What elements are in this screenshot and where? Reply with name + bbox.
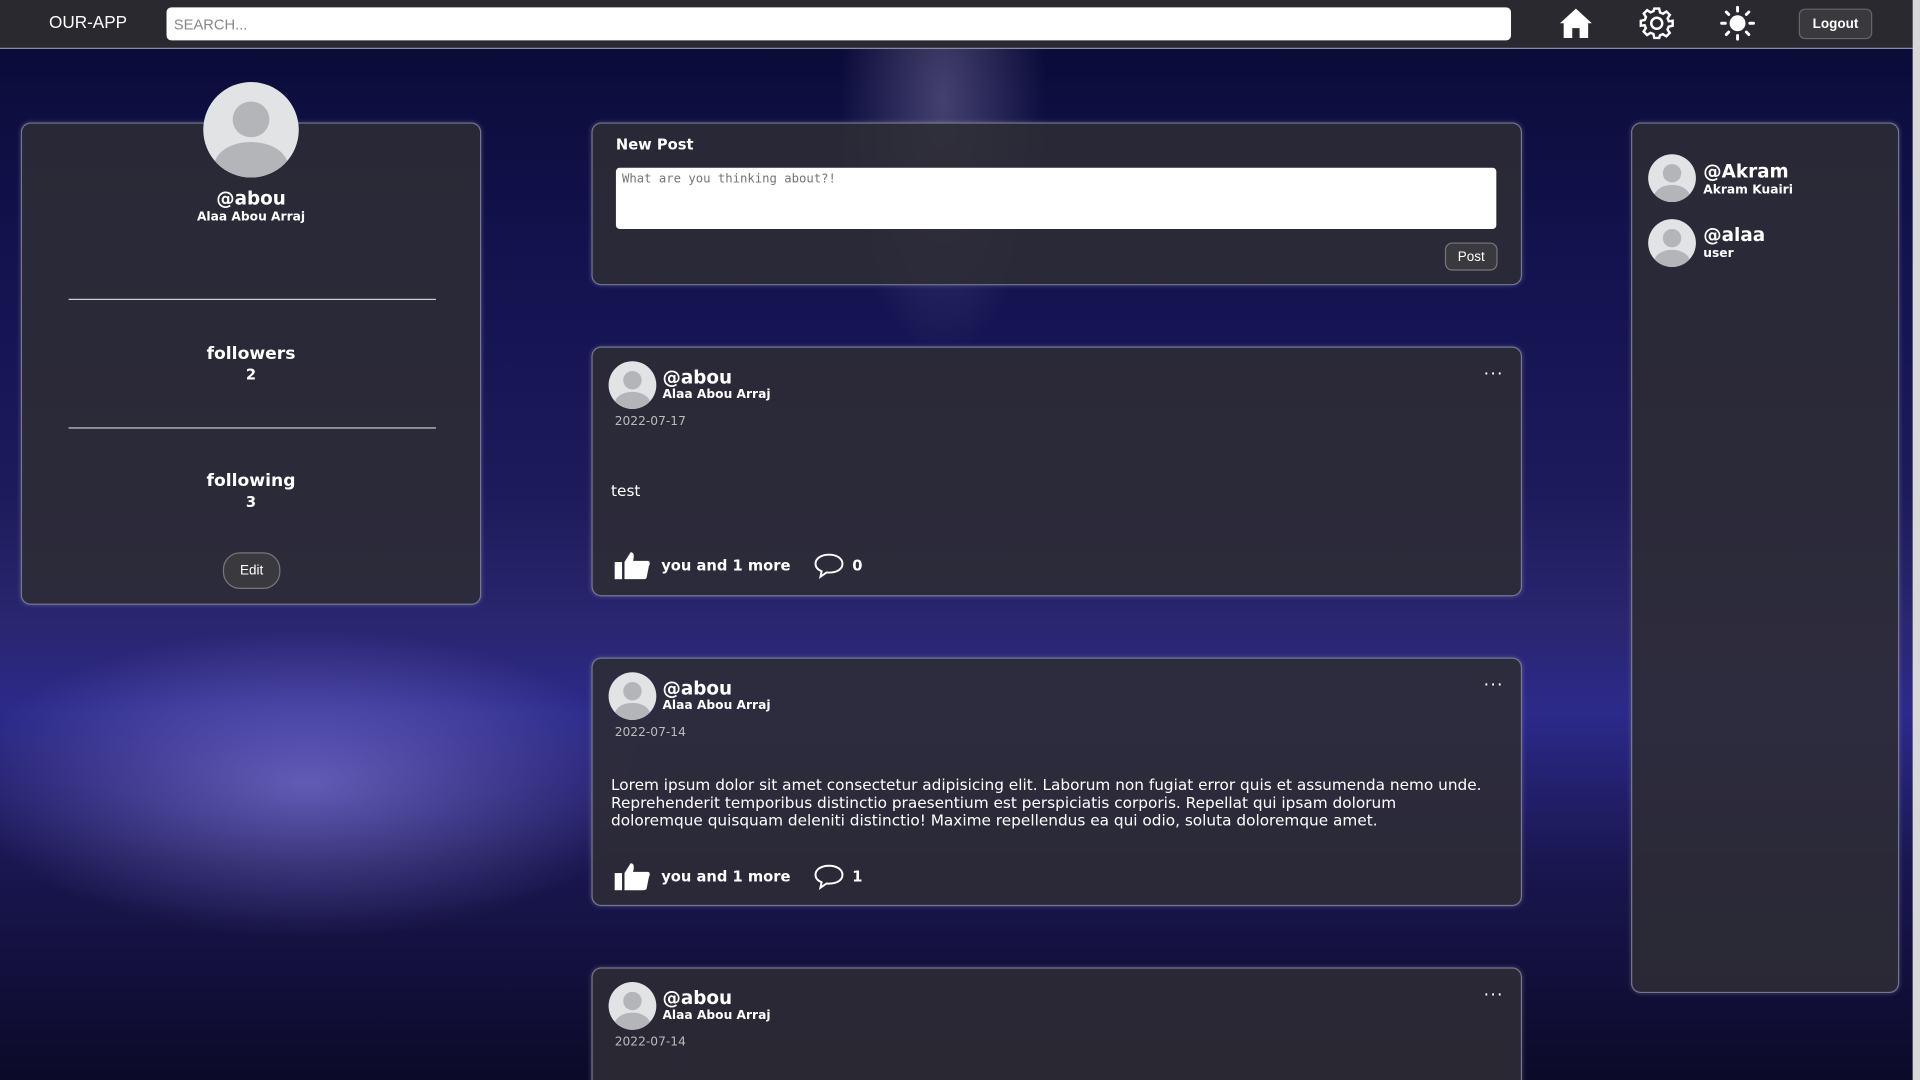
post-username[interactable]: @abou [662,987,732,1009]
profile-card: @abou Alaa Abou Arraj followers 2 follow… [20,82,482,605]
divider [68,298,436,301]
post-fullname: Alaa Abou Arraj [662,388,771,402]
user-subtitle: Akram Kuairi [1703,183,1793,198]
more-options-icon[interactable]: ··· [1484,986,1504,1006]
like-icon[interactable] [613,862,651,891]
comment-icon[interactable] [814,552,844,579]
post-username[interactable]: @abou [662,366,732,388]
new-post-card: New Post Post [591,122,1523,286]
user-username[interactable]: @Akram [1703,160,1788,182]
post-date: 2022-07-14 [614,726,686,740]
post-username[interactable]: @abou [662,677,732,699]
more-options-icon[interactable]: ··· [1484,365,1504,385]
following-label[interactable]: following [22,471,480,491]
sun-icon[interactable] [1719,5,1756,42]
logout-button[interactable]: Logout [1798,8,1873,40]
user-avatar [1648,154,1696,203]
likes-text[interactable]: you and 1 more [661,868,790,885]
user-username[interactable]: @alaa [1703,224,1765,246]
post-card: @abou Alaa Abou Arraj 2022-07-14 ··· [591,967,1523,1080]
post-submit-button[interactable]: Post [1444,242,1498,271]
app-logo[interactable]: OUR-APP [49,12,127,32]
post-body: test [611,481,641,500]
post-avatar[interactable] [608,672,657,721]
profile-fullname: Alaa Abou Arraj [196,210,306,225]
post-fullname: Alaa Abou Arraj [662,1008,771,1023]
followers-count: 2 [245,366,257,384]
profile-avatar [203,82,299,178]
post-avatar[interactable] [608,982,657,1030]
page-scrollbar[interactable] [1912,0,1920,1080]
post-card: @abou Alaa Abou Arraj 2022-07-14 ··· Lor… [591,657,1523,907]
like-icon[interactable] [613,551,651,580]
divider [68,427,436,429]
user-subtitle: user [1703,247,1734,261]
search-input[interactable] [166,7,1512,41]
users-sidebar: @Akram Akram Kuairi @alaa user [1631,122,1900,994]
followers-label[interactable]: followers [22,344,480,364]
app: OUR-APP Logout @abou Alaa Abou Arraj fol… [0,0,1920,1080]
top-navbar: OUR-APP Logout [0,0,1913,49]
edit-profile-button[interactable]: Edit [222,552,281,589]
following-count: 3 [245,493,257,511]
new-post-title: New Post [615,135,694,154]
post-body: Lorem ipsum dolor sit amet consectetur a… [611,775,1482,829]
post-card: @abou Alaa Abou Arraj 2022-07-17 ··· tes… [591,346,1523,597]
gear-icon[interactable] [1638,5,1675,42]
comment-count: 0 [852,557,863,575]
profile-username: @abou [216,187,286,210]
home-icon[interactable] [1558,5,1595,42]
post-avatar[interactable] [608,361,657,409]
comment-icon[interactable] [814,863,844,891]
more-options-icon[interactable]: ··· [1484,676,1504,696]
post-fullname: Alaa Abou Arraj [662,699,771,713]
post-date: 2022-07-17 [614,415,686,429]
new-post-textarea[interactable] [615,167,1497,229]
comment-count: 1 [852,868,863,886]
user-avatar [1648,219,1696,267]
post-date: 2022-07-14 [614,1035,686,1050]
likes-text[interactable]: you and 1 more [661,557,790,574]
